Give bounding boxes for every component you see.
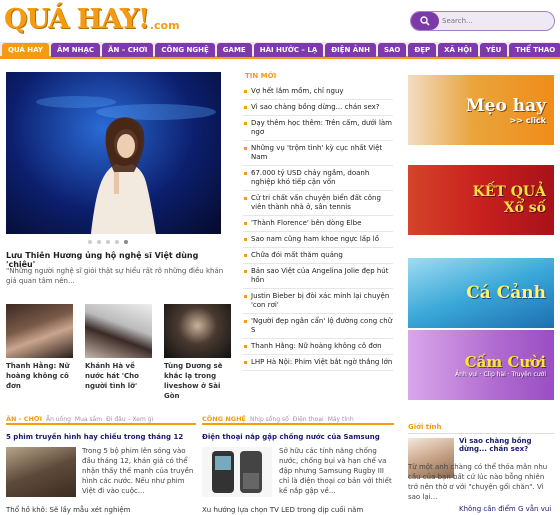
thumb-caption[interactable]: Tùng Dương sẽ khắc lạ trong liveshow ở S…	[164, 361, 231, 401]
feature-desc: "Những người nghệ sĩ giỏi thật sự hiểu r…	[6, 267, 224, 285]
list-item[interactable]: Vợ hết lắm mồm, chỉ nguy	[243, 84, 393, 100]
list-item[interactable]: Bản sao Việt của Angelina Jolie đẹp hút …	[243, 264, 393, 289]
thumb-item[interactable]: Tùng Dương sẽ khắc lạ trong liveshow ở S…	[164, 304, 231, 401]
feature-photo	[36, 96, 216, 234]
search-input[interactable]	[442, 14, 550, 28]
list-item[interactable]: 67.000 tỷ USD chảy ngầm, doanh nghiệp kh…	[243, 166, 393, 191]
nav-item-yeu[interactable]: YÊU	[479, 43, 508, 57]
thumb-item[interactable]: Thanh Hằng: Nữ hoàng không cô đơn	[6, 304, 73, 401]
banner-cam-cuoi[interactable]: Cấm Cười Ảnh vui · Clip hài · Truyện cườ…	[408, 330, 554, 400]
banner-text: Cá Cảnh	[466, 283, 546, 303]
nav-item-dien-anh[interactable]: ĐIỆN ẢNH	[325, 43, 376, 57]
site-header: QUÁ HAY! .com	[0, 0, 560, 42]
list-item[interactable]: Justin Bieber bị đòi xác minh lại chuyện…	[243, 289, 393, 314]
slider-dot[interactable]	[106, 240, 110, 244]
section-title[interactable]: ĂN - CHƠI	[6, 415, 42, 423]
thumb-image[interactable]	[85, 304, 152, 358]
gioitinh-title[interactable]: Vì sao chàng bồng dừng... chán sex?	[459, 437, 554, 453]
gioitinh-heading: Giới tính	[408, 423, 554, 434]
search-box	[410, 11, 555, 31]
list-item[interactable]: 'Người đẹp ngân cẩn' lộ đường cong chữ S	[243, 314, 393, 339]
main-nav: QUÁ HAY ÂM NHẠC ĂN – CHƠI CÔNG NGHỆ GAME…	[0, 42, 560, 59]
section-article-image[interactable]	[6, 447, 76, 497]
thumb-row: Thanh Hằng: Nữ hoàng không cô đơn Khánh …	[6, 304, 231, 401]
slider-dots	[88, 240, 128, 244]
section-article-desc: Trong 5 bộ phim lên sóng vào đầu tháng 1…	[82, 447, 194, 495]
logo-tld: .com	[149, 19, 180, 32]
search-button[interactable]	[411, 12, 439, 30]
section-cong-nghe-head: CÔNG NGHỆ Nhịp sống số Điện thoại Máy tí…	[202, 413, 394, 425]
list-item[interactable]: 'Thành Florence' bên dòng Elbe	[243, 216, 393, 232]
thumb-caption[interactable]: Khánh Hà về nước hát 'Cho người tình lỡ'	[85, 361, 152, 391]
section-article-title[interactable]: Điện thoại nắp gập chống nước của Samsun…	[202, 433, 394, 441]
list-item[interactable]: Thanh Hằng: Nữ hoàng không cô đơn	[243, 339, 393, 355]
list-item[interactable]: Cử tri chất vấn chuyện biển đất công viê…	[243, 191, 393, 216]
search-icon	[420, 16, 430, 26]
banner-text: Cấm Cười Ảnh vui · Clip hài · Truyện cườ…	[455, 352, 546, 378]
section-article-desc: Sở hữu các tính năng chống nước, chống b…	[279, 447, 392, 495]
banner-meo-hay[interactable]: Mẹo hay >> click	[408, 75, 554, 145]
section-article-title[interactable]: 5 phim truyền hình hay chiếu trong tháng…	[6, 433, 196, 441]
section-article-image[interactable]	[202, 447, 272, 497]
nav-item-dep[interactable]: ĐẸP	[408, 43, 437, 57]
nav-item-qua-hay[interactable]: QUÁ HAY	[2, 43, 49, 57]
section-an-choi-head: ĂN - CHƠI Ăn uống Mua sắm Đi đâu – Xem g…	[6, 413, 196, 425]
nav-item-an-choi[interactable]: ĂN – CHƠI	[102, 43, 154, 57]
tinmoi-heading: TIN MỚI	[245, 72, 277, 80]
slider-dot[interactable]	[115, 240, 119, 244]
banner-ca-canh[interactable]: Cá Cảnh	[408, 258, 554, 328]
nav-item-xa-hoi[interactable]: XÃ HỘI	[438, 43, 478, 57]
gioitinh-more-link[interactable]: Không cần điểm G vẫn vui	[459, 505, 554, 513]
section-more-link[interactable]: Xu hướng lựa chọn TV LED trong dịp cuối …	[202, 506, 394, 514]
nav-item-cong-nghe[interactable]: CÔNG NGHỆ	[155, 43, 215, 57]
nav-item-the-thao[interactable]: THỂ THAO	[509, 43, 560, 57]
banner-text: KẾT QUẢ Xổ số	[472, 184, 546, 216]
thumb-item[interactable]: Khánh Hà về nước hát 'Cho người tình lỡ'	[85, 304, 152, 401]
logo-text: QUÁ HAY!	[4, 4, 150, 35]
feature-image[interactable]	[6, 72, 221, 234]
list-item[interactable]: Chữa đói mất thăm quảng	[243, 248, 393, 264]
site-logo[interactable]: QUÁ HAY! .com	[4, 3, 180, 37]
thumb-image[interactable]	[6, 304, 73, 358]
nav-item-hai-huoc[interactable]: HÀI HƯỚC – LẠ	[253, 43, 324, 57]
section-sub[interactable]: Nhịp sống số	[250, 416, 289, 423]
thumb-caption[interactable]: Thanh Hằng: Nữ hoàng không cô đơn	[6, 361, 73, 391]
nav-item-sao[interactable]: SAO	[377, 43, 407, 57]
section-sub[interactable]: Điện thoại	[293, 416, 324, 423]
list-item[interactable]: Sao nam cũng ham khoe ngực lấp lồ	[243, 232, 393, 248]
thumb-image[interactable]	[164, 304, 231, 358]
tinmoi-list: Vợ hết lắm mồm, chỉ nguy Vì sao chàng bồ…	[243, 84, 393, 371]
slider-dot-active[interactable]	[124, 240, 128, 244]
section-sub[interactable]: Ăn uống	[46, 416, 71, 423]
list-item[interactable]: LHP Hà Nội: Phim Việt bắt ngờ thắng lớn	[243, 355, 393, 371]
slider-dot[interactable]	[97, 240, 101, 244]
slider-dot[interactable]	[88, 240, 92, 244]
section-more-link[interactable]: Thổ hồ khô: Sẽ lầy mẫu xét nghiệm	[6, 506, 196, 514]
nav-item-am-nhac[interactable]: ÂM NHẠC	[50, 43, 101, 57]
nav-item-game[interactable]: GAME	[216, 43, 252, 57]
section-title[interactable]: CÔNG NGHỆ	[202, 415, 246, 423]
list-item[interactable]: Dạy thêm học thêm: Trên cấm, dưới làm ng…	[243, 116, 393, 141]
section-sub[interactable]: Đi đâu – Xem gì	[106, 416, 153, 423]
section-sub[interactable]: Mua sắm	[75, 416, 102, 423]
list-item[interactable]: Những vụ 'trộm tình' kỳ cục nhất Việt Na…	[243, 141, 393, 166]
phone-icon	[212, 451, 262, 493]
banner-text: Mẹo hay >> click	[465, 95, 546, 125]
gioitinh-desc: Từ một anh chàng có thể thỏa mãn nhu cầu…	[408, 463, 548, 501]
list-item[interactable]: Vì sao chàng bồng dừng... chán sex?	[243, 100, 393, 116]
banner-xo-so[interactable]: KẾT QUẢ Xổ số	[408, 165, 554, 235]
section-sub[interactable]: Máy tính	[328, 416, 354, 423]
